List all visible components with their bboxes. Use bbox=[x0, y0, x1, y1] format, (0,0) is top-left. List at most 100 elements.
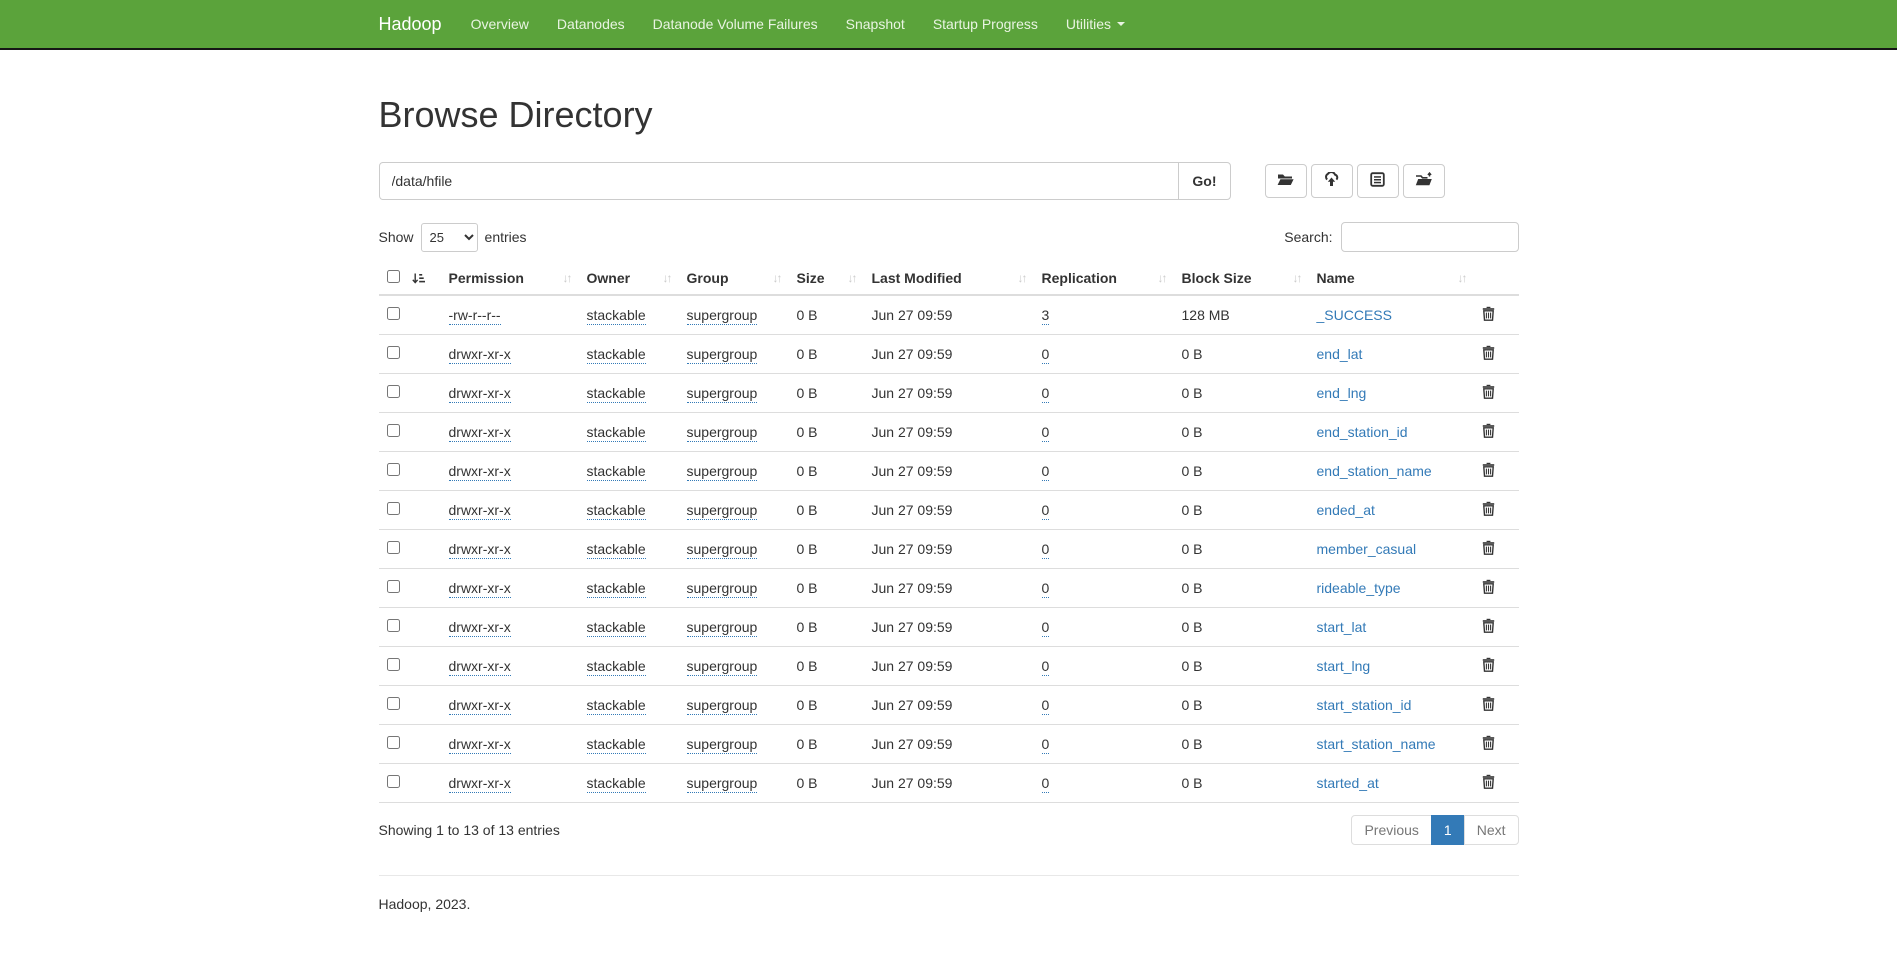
row-checkbox[interactable] bbox=[387, 658, 400, 671]
owner-value[interactable]: stackable bbox=[587, 502, 646, 520]
row-checkbox[interactable] bbox=[387, 424, 400, 437]
permission-value[interactable]: drwxr-xr-x bbox=[449, 385, 511, 403]
row-checkbox[interactable] bbox=[387, 619, 400, 632]
column-header-owner[interactable]: Owner↓↑ bbox=[579, 262, 679, 295]
owner-value[interactable]: stackable bbox=[587, 541, 646, 559]
file-name-link[interactable]: ended_at bbox=[1317, 502, 1375, 518]
permission-value[interactable]: drwxr-xr-x bbox=[449, 346, 511, 364]
permission-value[interactable]: -rw-r--r-- bbox=[449, 307, 501, 325]
owner-value[interactable]: stackable bbox=[587, 346, 646, 364]
replication-value[interactable]: 0 bbox=[1042, 463, 1050, 481]
group-value[interactable]: supergroup bbox=[687, 658, 758, 676]
replication-value[interactable]: 0 bbox=[1042, 385, 1050, 403]
upload-files-button[interactable] bbox=[1311, 164, 1353, 198]
permission-value[interactable]: drwxr-xr-x bbox=[449, 658, 511, 676]
permission-value[interactable]: drwxr-xr-x bbox=[449, 463, 511, 481]
permission-value[interactable]: drwxr-xr-x bbox=[449, 775, 511, 793]
row-checkbox[interactable] bbox=[387, 541, 400, 554]
nav-item-utilities[interactable]: Utilities bbox=[1052, 0, 1139, 48]
group-value[interactable]: supergroup bbox=[687, 619, 758, 637]
delete-button[interactable] bbox=[1482, 774, 1495, 792]
nav-item-snapshot[interactable]: Snapshot bbox=[832, 0, 919, 48]
file-name-link[interactable]: start_station_id bbox=[1317, 697, 1412, 713]
group-value[interactable]: supergroup bbox=[687, 541, 758, 559]
replication-value[interactable]: 0 bbox=[1042, 658, 1050, 676]
file-name-link[interactable]: rideable_type bbox=[1317, 580, 1401, 596]
file-name-link[interactable]: member_casual bbox=[1317, 541, 1417, 557]
group-value[interactable]: supergroup bbox=[687, 502, 758, 520]
owner-value[interactable]: stackable bbox=[587, 580, 646, 598]
file-name-link[interactable]: start_lat bbox=[1317, 619, 1367, 635]
permission-value[interactable]: drwxr-xr-x bbox=[449, 502, 511, 520]
replication-value[interactable]: 0 bbox=[1042, 619, 1050, 637]
file-name-link[interactable]: end_lat bbox=[1317, 346, 1363, 362]
page-size-select[interactable]: 25 bbox=[421, 223, 478, 252]
owner-value[interactable]: stackable bbox=[587, 463, 646, 481]
file-name-link[interactable]: end_lng bbox=[1317, 385, 1367, 401]
group-value[interactable]: supergroup bbox=[687, 775, 758, 793]
delete-button[interactable] bbox=[1482, 462, 1495, 480]
row-checkbox[interactable] bbox=[387, 502, 400, 515]
delete-button[interactable] bbox=[1482, 696, 1495, 714]
replication-value[interactable]: 0 bbox=[1042, 424, 1050, 442]
go-button[interactable]: Go! bbox=[1178, 162, 1230, 200]
column-header-size[interactable]: Size↓↑ bbox=[789, 262, 864, 295]
replication-value[interactable]: 0 bbox=[1042, 775, 1050, 793]
file-name-link[interactable]: start_lng bbox=[1317, 658, 1371, 674]
group-value[interactable]: supergroup bbox=[687, 424, 758, 442]
group-value[interactable]: supergroup bbox=[687, 346, 758, 364]
replication-value[interactable]: 3 bbox=[1042, 307, 1050, 325]
column-header-block-size[interactable]: Block Size↓↑ bbox=[1174, 262, 1309, 295]
pagination-next[interactable]: Next bbox=[1464, 815, 1519, 845]
file-name-link[interactable]: end_station_name bbox=[1317, 463, 1432, 479]
permission-value[interactable]: drwxr-xr-x bbox=[449, 619, 511, 637]
pagination-page-1[interactable]: 1 bbox=[1431, 815, 1465, 845]
select-all-header[interactable] bbox=[379, 262, 441, 295]
column-header-group[interactable]: Group↓↑ bbox=[679, 262, 789, 295]
delete-button[interactable] bbox=[1482, 306, 1495, 324]
delete-button[interactable] bbox=[1482, 423, 1495, 441]
permission-value[interactable]: drwxr-xr-x bbox=[449, 580, 511, 598]
owner-value[interactable]: stackable bbox=[587, 736, 646, 754]
nav-item-overview[interactable]: Overview bbox=[457, 0, 543, 48]
permission-value[interactable]: drwxr-xr-x bbox=[449, 697, 511, 715]
navbar-brand[interactable]: Hadoop bbox=[379, 14, 457, 35]
nav-item-startup-progress[interactable]: Startup Progress bbox=[919, 0, 1052, 48]
permission-value[interactable]: drwxr-xr-x bbox=[449, 541, 511, 559]
file-name-link[interactable]: started_at bbox=[1317, 775, 1379, 791]
move-file-button[interactable] bbox=[1403, 164, 1445, 198]
row-checkbox[interactable] bbox=[387, 346, 400, 359]
nav-item-datanode-volume-failures[interactable]: Datanode Volume Failures bbox=[639, 0, 832, 48]
replication-value[interactable]: 0 bbox=[1042, 697, 1050, 715]
column-header-last-modified[interactable]: Last Modified↓↑ bbox=[864, 262, 1034, 295]
owner-value[interactable]: stackable bbox=[587, 697, 646, 715]
replication-value[interactable]: 0 bbox=[1042, 346, 1050, 364]
nav-item-datanodes[interactable]: Datanodes bbox=[543, 0, 639, 48]
delete-button[interactable] bbox=[1482, 618, 1495, 636]
column-header-permission[interactable]: Permission↓↑ bbox=[441, 262, 579, 295]
file-name-link[interactable]: start_station_name bbox=[1317, 736, 1436, 752]
owner-value[interactable]: stackable bbox=[587, 619, 646, 637]
owner-value[interactable]: stackable bbox=[587, 424, 646, 442]
delete-button[interactable] bbox=[1482, 657, 1495, 675]
row-checkbox[interactable] bbox=[387, 385, 400, 398]
cut-paste-button[interactable] bbox=[1357, 164, 1399, 198]
replication-value[interactable]: 0 bbox=[1042, 580, 1050, 598]
group-value[interactable]: supergroup bbox=[687, 307, 758, 325]
select-all-checkbox[interactable] bbox=[387, 270, 400, 283]
owner-value[interactable]: stackable bbox=[587, 658, 646, 676]
create-directory-button[interactable] bbox=[1265, 164, 1307, 198]
permission-value[interactable]: drwxr-xr-x bbox=[449, 424, 511, 442]
row-checkbox[interactable] bbox=[387, 697, 400, 710]
search-input[interactable] bbox=[1341, 222, 1519, 252]
file-name-link[interactable]: _SUCCESS bbox=[1317, 307, 1392, 323]
replication-value[interactable]: 0 bbox=[1042, 541, 1050, 559]
owner-value[interactable]: stackable bbox=[587, 775, 646, 793]
delete-button[interactable] bbox=[1482, 579, 1495, 597]
row-checkbox[interactable] bbox=[387, 580, 400, 593]
row-checkbox[interactable] bbox=[387, 463, 400, 476]
file-name-link[interactable]: end_station_id bbox=[1317, 424, 1408, 440]
delete-button[interactable] bbox=[1482, 345, 1495, 363]
pagination-previous[interactable]: Previous bbox=[1351, 815, 1431, 845]
group-value[interactable]: supergroup bbox=[687, 385, 758, 403]
